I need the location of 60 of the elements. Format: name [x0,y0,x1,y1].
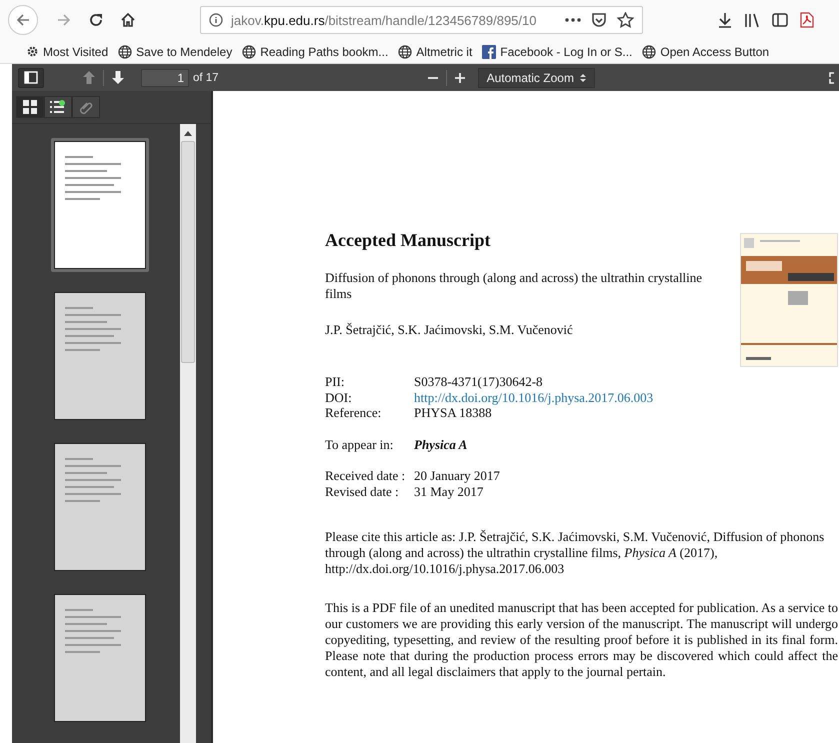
previous-page-icon[interactable] [82,70,96,85]
article-title: Diffusion of phonons through (along and across) the ultrathin crystalline films [325,270,704,302]
sidebar-icon[interactable] [772,13,788,27]
globe-icon [398,44,412,58]
page-count: of 17 [193,72,219,84]
list-icon [50,100,66,114]
page-number-field[interactable]: 1 [141,68,189,86]
field-value: 20 January 2017 [414,468,500,484]
field-value: S0378-4371(17)30642-8 [414,374,543,390]
paperclip-icon [79,100,93,114]
field-label: Reference: [325,405,382,420]
pocket-icon[interactable] [591,12,607,28]
pdf-icon[interactable] [800,12,814,28]
journal-name: Physica A [414,436,468,452]
sidebar-icon [24,71,38,84]
bookmark-item[interactable]: Save to Mendeley [118,44,232,58]
page-thumbnail[interactable] [51,138,149,272]
globe-icon [642,44,656,58]
doi-link[interactable]: http://dx.doi.org/10.1016/j.physa.2017.06.003 [414,390,654,405]
bookmark-item[interactable]: Facebook - Log In or S... [482,44,632,58]
grid-icon [23,100,37,114]
citation-paragraph: Please cite this article as: J.P. Šetrajčić, S.K. Jaćimovski, S.M. Vučenović, Diffusion of phonons through (along and across) the ultrathin crystalline films, Physica A (2017), http://dx.doi.org/10.1016/j.physa.2017.06.003 [325,529,826,577]
zoom-in-icon[interactable] [454,72,466,84]
gear-icon [26,45,39,58]
scrollbar[interactable] [180,124,196,743]
field-label: DOI: [325,390,353,405]
bookmark-item[interactable]: Open Access Button [642,44,770,58]
author-list: J.P. Šetrajčić, S.K. Jaćimovski, S.M. Vučenović [325,322,715,338]
field-label: Received date : [325,468,406,484]
library-icon[interactable] [744,12,760,28]
next-page-icon[interactable] [111,70,125,85]
reload-icon[interactable] [88,12,104,28]
updown-icon [580,72,586,82]
home-icon[interactable] [120,12,136,28]
zoom-select[interactable]: Automatic Zoom [478,68,595,88]
info-icon[interactable] [209,13,223,27]
field-label: To appear in: [325,436,394,452]
globe-icon [242,44,256,58]
outline-view-button[interactable] [44,96,72,118]
notice-paragraph: This is a PDF file of an unedited manuscript that has been accepted for publication. As a service to our customers we are providing this early version of the manuscript. The manuscript will undergo copyediting, typesetting, and review of the resulting proof before it is published in its final form. Please note that during the production process errors may be discovered which could affect the content, and all legal disclaimers that apply to the journal pertain. [325,600,838,680]
bookmark-item[interactable]: Most Visited [26,44,108,58]
sidebar-toggle-button[interactable] [18,68,44,88]
bookmark-item[interactable]: Altmetric it [398,44,472,58]
thumbnails-view-button[interactable] [16,96,44,118]
bookmark-item[interactable]: Reading Paths bookm... [242,44,388,58]
url-text: jakov.kpu.edu.rs/bitstream/handle/123456789/895/10 [231,12,538,28]
scroll-up-icon[interactable] [184,130,192,136]
address-bar[interactable]: jakov.kpu.edu.rs/bitstream/handle/123456789/895/10 [200,6,643,34]
document-title: Accepted Manuscript [325,230,492,250]
back-button[interactable] [8,5,38,35]
globe-icon [118,44,132,58]
facebook-icon [482,44,496,58]
field-label: Revised date : [325,484,400,499]
more-icon[interactable] [565,18,581,22]
back-arrow-icon [15,12,31,28]
field-label: PII: [325,374,346,390]
star-icon[interactable] [617,12,634,28]
field-value: 31 May 2017 [414,484,484,499]
download-icon[interactable] [718,12,732,28]
field-value: PHYSA 18388 [414,405,492,420]
